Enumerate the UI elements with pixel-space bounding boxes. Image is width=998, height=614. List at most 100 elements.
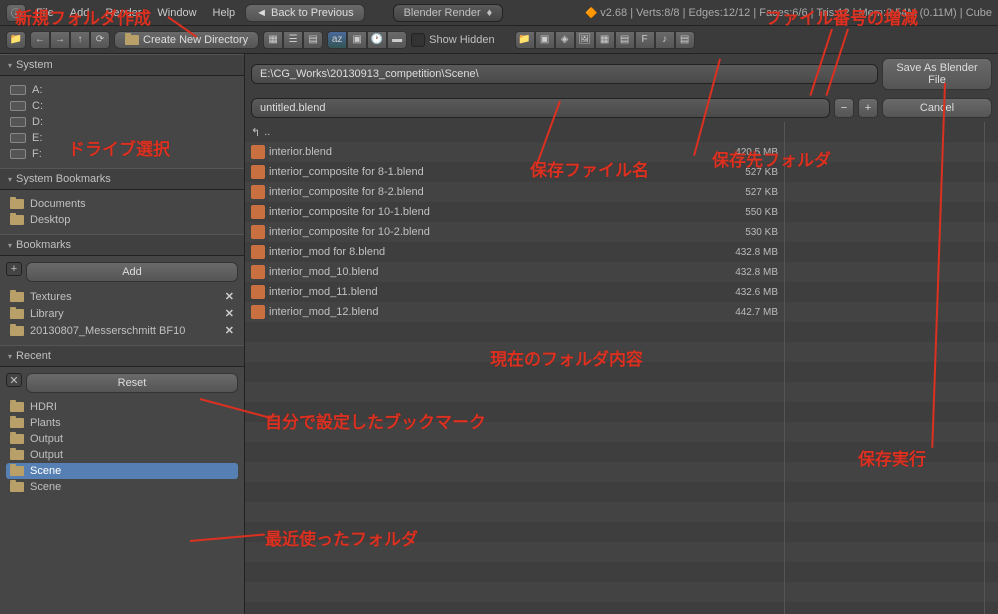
display-thumb-icon[interactable]: ▤ (303, 31, 323, 49)
file-row[interactable]: interior_mod for 8.blend432.8 MB (245, 242, 784, 262)
folder-icon (10, 482, 24, 492)
nav-back-icon[interactable]: ← (30, 31, 50, 49)
display-short-icon[interactable]: ▦ (263, 31, 283, 49)
menu-file[interactable]: File (30, 5, 60, 21)
folder-icon (10, 466, 24, 476)
recent-item[interactable]: Scene (6, 463, 238, 479)
drive-item[interactable]: C: (6, 98, 238, 114)
recent-item[interactable]: HDRI (6, 399, 238, 415)
system-panel-header[interactable]: System (0, 54, 244, 76)
file-row[interactable]: interior.blend420.5 MB (245, 142, 784, 162)
sort-alpha-icon[interactable]: az (327, 31, 347, 49)
folder-icon (125, 35, 139, 45)
menu-add[interactable]: Add (64, 5, 96, 21)
reset-recent-x-icon[interactable]: ✕ (6, 373, 22, 387)
remove-bookmark-icon[interactable]: ✕ (225, 307, 234, 320)
filter-backup-icon[interactable]: ◈ (555, 31, 575, 49)
filebrowser-icon[interactable]: 📁 (6, 31, 26, 49)
folder-icon (10, 199, 24, 209)
save-as-button[interactable]: Save As Blender File (882, 58, 992, 90)
bookmark-item[interactable]: Library✕ (6, 305, 238, 322)
add-bookmark-button[interactable]: Add (26, 262, 238, 282)
system-bookmarks-header[interactable]: System Bookmarks (0, 168, 244, 190)
file-row[interactable]: interior_composite for 8-1.blend527 KB (245, 162, 784, 182)
render-engine-dropdown[interactable]: Blender Render♦ (393, 4, 504, 22)
bookmark-item[interactable]: 20130807_Messerschmitt BF10✕ (6, 322, 238, 339)
menu-window[interactable]: Window (151, 5, 202, 21)
cancel-button[interactable]: Cancel (882, 98, 992, 118)
drive-icon (10, 117, 26, 127)
scene-stats: 🔶 v2.68 | Verts:8/8 | Edges:12/12 | Face… (585, 7, 992, 19)
recent-item[interactable]: Output (6, 431, 238, 447)
filter-script-icon[interactable]: ▤ (615, 31, 635, 49)
info-icon[interactable]: ⓘ (6, 4, 26, 22)
add-bookmark-plus-icon[interactable]: + (6, 262, 22, 276)
back-arrow-icon: ◄ (256, 7, 267, 19)
filter-font-icon[interactable]: F (635, 31, 655, 49)
nav-refresh-icon[interactable]: ⟳ (90, 31, 110, 49)
menu-render[interactable]: Render (99, 5, 147, 21)
remove-bookmark-icon[interactable]: ✕ (225, 290, 234, 303)
sort-size-icon[interactable]: ▬ (387, 31, 407, 49)
filter-folder-icon[interactable]: 📁 (515, 31, 535, 49)
up-arrow-icon: ↰ (251, 126, 260, 139)
drive-icon (10, 149, 26, 159)
blend-file-icon (251, 145, 265, 159)
filter-blend-icon[interactable]: ▣ (535, 31, 555, 49)
file-row[interactable]: interior_composite for 8-2.blend527 KB (245, 182, 784, 202)
file-row[interactable]: interior_mod_11.blend432.6 MB (245, 282, 784, 302)
blend-file-icon (251, 265, 265, 279)
filter-movie-icon[interactable]: ▦ (595, 31, 615, 49)
blend-file-icon (251, 285, 265, 299)
system-bookmark-item[interactable]: Documents (6, 196, 238, 212)
drive-icon (10, 101, 26, 111)
recent-header[interactable]: Recent (0, 345, 244, 367)
back-to-previous-button[interactable]: ◄Back to Previous (245, 4, 364, 22)
folder-icon (10, 402, 24, 412)
drive-item[interactable]: E: (6, 130, 238, 146)
blend-file-icon (251, 305, 265, 319)
filter-image-icon[interactable]: 🖼 (575, 31, 595, 49)
folder-icon (10, 450, 24, 460)
drive-item[interactable]: D: (6, 114, 238, 130)
drive-icon (10, 133, 26, 143)
create-directory-button[interactable]: Create New Directory (114, 31, 259, 49)
folder-icon (10, 434, 24, 444)
file-row[interactable]: interior_composite for 10-1.blend550 KB (245, 202, 784, 222)
display-list-icon[interactable]: ☰ (283, 31, 303, 49)
reset-recent-button[interactable]: Reset (26, 373, 238, 393)
folder-icon (10, 309, 24, 319)
file-row[interactable]: interior_composite for 10-2.blend530 KB (245, 222, 784, 242)
show-hidden-checkbox[interactable] (411, 33, 425, 47)
bookmarks-header[interactable]: Bookmarks (0, 234, 244, 256)
remove-bookmark-icon[interactable]: ✕ (225, 324, 234, 337)
folder-icon (10, 326, 24, 336)
system-bookmark-item[interactable]: Desktop (6, 212, 238, 228)
nav-up-icon[interactable]: ↑ (70, 31, 90, 49)
directory-path-input[interactable] (251, 64, 878, 84)
filter-sound-icon[interactable]: ♪ (655, 31, 675, 49)
folder-icon (10, 418, 24, 428)
blend-file-icon (251, 165, 265, 179)
file-row[interactable]: interior_mod_10.blend432.8 MB (245, 262, 784, 282)
file-row[interactable]: interior_mod_12.blend442.7 MB (245, 302, 784, 322)
blend-file-icon (251, 205, 265, 219)
recent-item[interactable]: Scene (6, 479, 238, 495)
sort-time-icon[interactable]: 🕐 (367, 31, 387, 49)
parent-directory-row[interactable]: ↰.. (245, 122, 784, 142)
filter-text-icon[interactable]: ▤ (675, 31, 695, 49)
menu-help[interactable]: Help (207, 5, 242, 21)
recent-item[interactable]: Plants (6, 415, 238, 431)
blend-file-icon (251, 245, 265, 259)
blend-file-icon (251, 225, 265, 239)
filename-input[interactable] (251, 98, 830, 118)
nav-forward-icon[interactable]: → (50, 31, 70, 49)
drive-item[interactable]: A: (6, 82, 238, 98)
bookmark-item[interactable]: Textures✕ (6, 288, 238, 305)
sort-ext-icon[interactable]: ▣ (347, 31, 367, 49)
recent-item[interactable]: Output (6, 447, 238, 463)
filename-decrement-button[interactable]: − (834, 98, 854, 118)
drive-item[interactable]: F: (6, 146, 238, 162)
folder-icon (10, 292, 24, 302)
filename-increment-button[interactable]: + (858, 98, 878, 118)
